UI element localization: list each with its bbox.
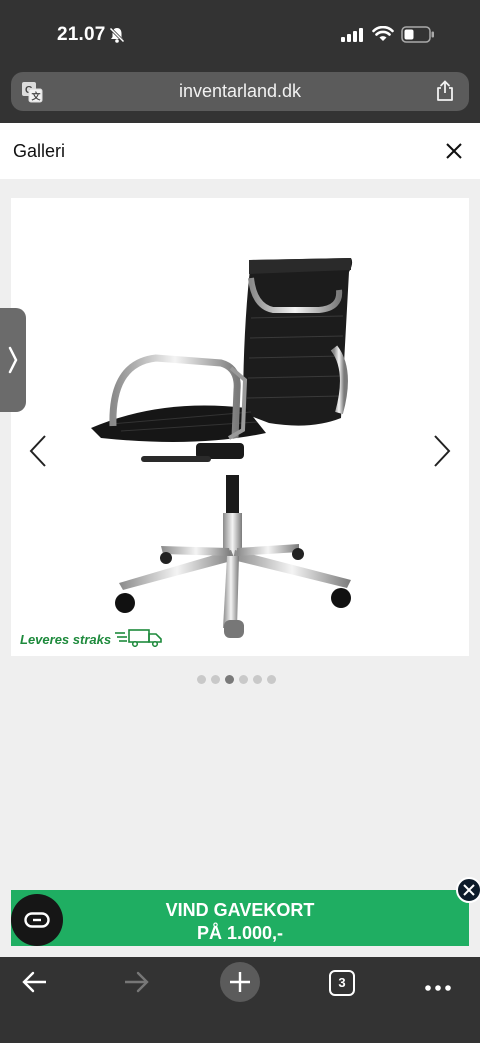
chat-icon xyxy=(24,912,50,928)
pagination-dot[interactable] xyxy=(211,675,220,684)
chat-button[interactable] xyxy=(11,894,63,946)
office-chair-image xyxy=(91,258,353,638)
chevron-right-icon xyxy=(8,346,18,374)
delivery-badge: Leveres straks xyxy=(20,627,165,652)
wifi-icon xyxy=(372,25,394,47)
pagination-dot[interactable] xyxy=(267,675,276,684)
previous-image-button[interactable] xyxy=(28,434,48,473)
status-time: 21.07 xyxy=(57,24,106,45)
pagination-dot-active[interactable] xyxy=(225,675,234,684)
pagination-dot[interactable] xyxy=(253,675,262,684)
close-icon[interactable] xyxy=(444,141,464,166)
url-text[interactable]: inventarland.dk xyxy=(11,81,469,102)
chevron-left-icon xyxy=(29,435,46,467)
tabs-button[interactable]: 3 xyxy=(329,970,355,996)
gallery-title: Galleri xyxy=(13,141,66,161)
next-image-button[interactable] xyxy=(432,434,452,473)
back-icon[interactable] xyxy=(20,970,48,999)
signal-icon xyxy=(341,28,365,47)
more-icon[interactable] xyxy=(424,979,452,997)
chevron-right-icon xyxy=(434,435,451,467)
new-tab-button[interactable] xyxy=(220,962,260,1002)
promo-line1: VIND GAVEKORT xyxy=(165,900,315,920)
gallery-pagination xyxy=(197,675,276,684)
browser-top-chrome: 21.07 G文 inventarland.dk xyxy=(0,0,480,123)
share-icon[interactable] xyxy=(435,80,455,107)
delivery-text: Leveres straks xyxy=(20,632,112,647)
pagination-dot[interactable] xyxy=(197,675,206,684)
browser-bottom-toolbar: 3 xyxy=(0,957,480,1043)
delivery-truck-icon xyxy=(115,627,165,652)
gallery-header: Galleri xyxy=(0,123,480,179)
forward-icon[interactable] xyxy=(123,970,151,999)
product-image: Leveres straks xyxy=(11,198,469,656)
promo-banner[interactable]: VIND GAVEKORT PÅ 1.000,- xyxy=(11,890,469,946)
url-bar[interactable]: G文 inventarland.dk xyxy=(11,72,469,111)
promo-close-button[interactable] xyxy=(456,877,480,903)
pagination-dot[interactable] xyxy=(239,675,248,684)
side-panel-toggle[interactable] xyxy=(0,308,26,412)
promo-line2: PÅ 1.000,- xyxy=(196,923,284,943)
plus-icon xyxy=(230,972,250,992)
bell-slash-icon xyxy=(108,26,126,49)
battery-icon xyxy=(401,26,435,48)
close-icon xyxy=(463,884,475,896)
